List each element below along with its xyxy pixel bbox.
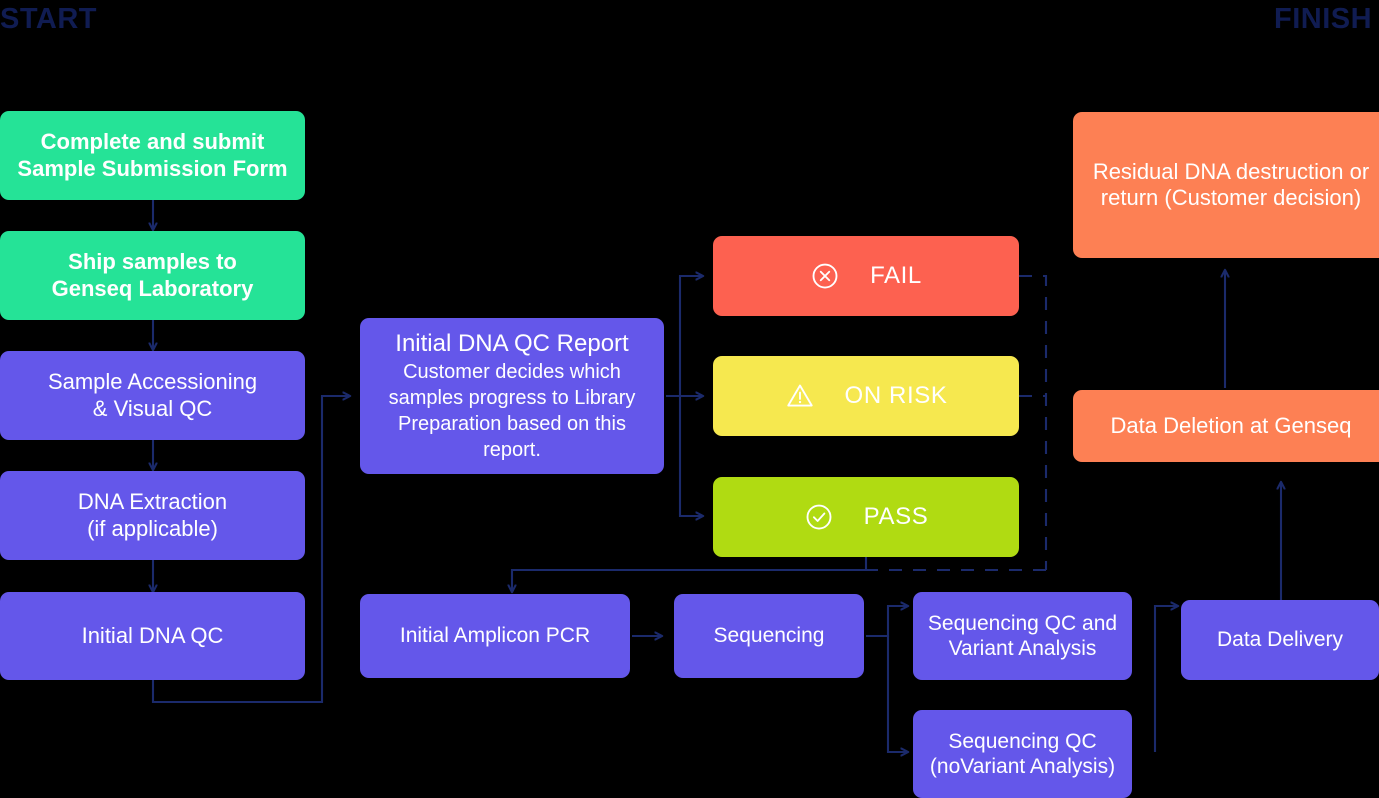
node-ship-samples[interactable]: Ship samples to Genseq Laboratory [0,231,305,320]
edge-seqqc-to-data-delivery [1153,606,1178,752]
edge-fail-dashed [1019,274,1048,570]
node-label: Ship samples to Genseq Laboratory [51,249,254,301]
node-sequencing-qc-novariant[interactable]: Sequencing QC (noVariant Analysis) [913,710,1132,798]
node-data-deletion[interactable]: Data Deletion at Genseq [1073,390,1379,462]
node-label: Sequencing QC and Variant Analysis [927,611,1118,660]
node-label: Data Delivery [1216,628,1344,652]
flowchart-canvas: START FINISH Complete and submit Sample … [0,0,1379,798]
warning-triangle-icon [786,384,813,407]
start-label: START [0,3,98,35]
node-label: Initial DNA QC [81,622,224,648]
edge-split-to-pass [678,396,703,516]
node-label: Data Deletion at Genseq [1110,412,1352,438]
report-title: Initial DNA QC Report [395,330,629,357]
report-body: Customer decides which samples progress … [388,361,636,461]
node-label: Residual DNA destruction or return (Cust… [1092,158,1370,210]
node-label: Initial Amplicon PCR [399,624,591,648]
node-status-on-risk[interactable]: ON RISK [713,356,1019,436]
node-initial-dna-qc-report[interactable]: Initial DNA QC Report Customer decides w… [360,318,664,474]
status-label: PASS [863,502,929,530]
node-initial-dna-qc[interactable]: Initial DNA QC [0,592,305,680]
node-initial-amplicon-pcr[interactable]: Initial Amplicon PCR [360,594,630,678]
node-complete-submit-form[interactable]: Complete and submit Sample Submission Fo… [0,111,305,200]
node-status-pass[interactable]: PASS [713,477,1019,557]
circle-check-icon [806,504,832,530]
node-label: Sequencing QC (noVariant Analysis) [929,729,1116,778]
node-sample-accessioning[interactable]: Sample Accessioning & Visual QC [0,351,305,440]
node-sequencing-qc-variant[interactable]: Sequencing QC and Variant Analysis [913,592,1132,680]
node-label: Complete and submit Sample Submission Fo… [17,129,288,181]
node-residual-dna-destruction[interactable]: Residual DNA destruction or return (Cust… [1073,112,1379,258]
node-dna-extraction[interactable]: DNA Extraction (if applicable) [0,471,305,560]
node-label: Sample Accessioning & Visual QC [47,369,258,421]
edge-sequencing-to-seqqc-novariant [886,636,908,752]
node-label: DNA Extraction (if applicable) [77,489,228,541]
status-label: FAIL [870,261,922,289]
node-data-delivery[interactable]: Data Delivery [1181,600,1379,680]
node-status-fail[interactable]: FAIL [713,236,1019,316]
node-sequencing[interactable]: Sequencing [674,594,864,678]
edge-report-to-fail [666,276,703,398]
finish-label: FINISH [1274,3,1373,35]
edge-sequencing-to-seqqc-variant [866,606,908,638]
status-label: ON RISK [844,381,948,409]
edge-pass-to-amplicon [512,557,868,592]
node-label: Sequencing [713,624,825,648]
circle-x-icon [812,263,838,289]
